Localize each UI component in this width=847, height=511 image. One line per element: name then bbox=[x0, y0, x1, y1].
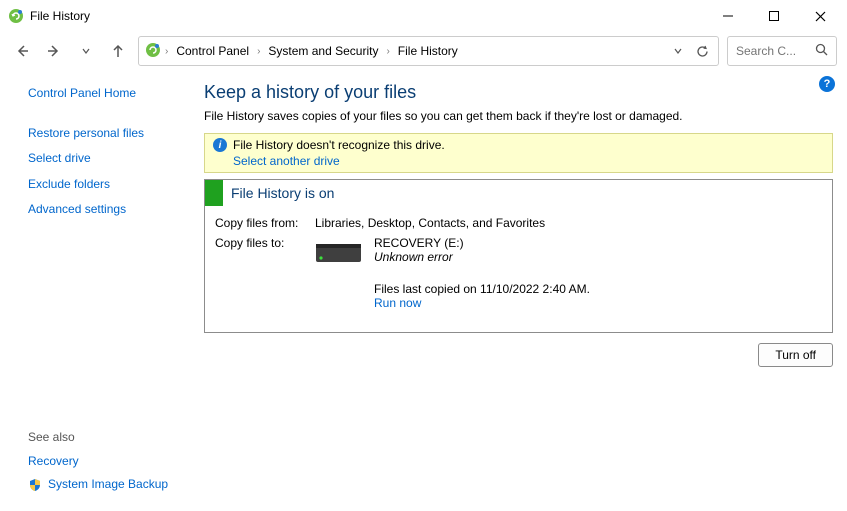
breadcrumb-system-security[interactable]: System and Security bbox=[264, 42, 382, 60]
see-also-system-image-backup[interactable]: System Image Backup bbox=[48, 477, 168, 493]
location-icon bbox=[145, 42, 161, 61]
warning-text: File History doesn't recognize this driv… bbox=[233, 138, 445, 152]
chevron-right-icon[interactable]: › bbox=[386, 46, 389, 57]
minimize-button[interactable] bbox=[705, 2, 751, 30]
turn-off-button[interactable]: Turn off bbox=[758, 343, 833, 367]
window-title: File History bbox=[30, 9, 90, 23]
status-header: File History is on bbox=[205, 180, 832, 206]
search-box[interactable] bbox=[727, 36, 837, 66]
address-bar[interactable]: › Control Panel › System and Security › … bbox=[138, 36, 719, 66]
copy-from-label: Copy files from: bbox=[215, 216, 315, 230]
status-title: File History is on bbox=[231, 185, 334, 201]
copy-to-label: Copy files to: bbox=[215, 236, 315, 310]
recent-dropdown[interactable] bbox=[74, 39, 98, 63]
sidebar-select-drive[interactable]: Select drive bbox=[28, 151, 196, 167]
run-now-link[interactable]: Run now bbox=[374, 296, 590, 310]
up-button[interactable] bbox=[106, 39, 130, 63]
sidebar-home[interactable]: Control Panel Home bbox=[28, 86, 196, 102]
close-button[interactable] bbox=[797, 2, 843, 30]
search-input[interactable] bbox=[736, 44, 806, 58]
drive-name: RECOVERY (E:) bbox=[374, 236, 590, 250]
main-panel: ? Keep a history of your files File Hist… bbox=[204, 76, 837, 501]
content-area: Control Panel Home Restore personal file… bbox=[0, 70, 847, 511]
last-copied-text: Files last copied on 11/10/2022 2:40 AM. bbox=[374, 282, 590, 296]
breadcrumb-file-history[interactable]: File History bbox=[394, 42, 462, 60]
address-dropdown-icon[interactable] bbox=[668, 41, 688, 61]
chevron-right-icon[interactable]: › bbox=[165, 46, 168, 57]
drive-icon bbox=[315, 238, 362, 267]
select-another-drive-link[interactable]: Select another drive bbox=[233, 154, 824, 168]
drive-error: Unknown error bbox=[374, 250, 590, 264]
maximize-button[interactable] bbox=[751, 2, 797, 30]
help-icon[interactable]: ? bbox=[819, 76, 835, 92]
see-also-header: See also bbox=[28, 430, 196, 444]
page-title: Keep a history of your files bbox=[204, 82, 833, 103]
refresh-icon[interactable] bbox=[692, 41, 712, 61]
sidebar-advanced-settings[interactable]: Advanced settings bbox=[28, 202, 196, 218]
app-icon bbox=[8, 8, 24, 24]
search-icon[interactable] bbox=[815, 43, 828, 59]
warning-banner: i File History doesn't recognize this dr… bbox=[204, 133, 833, 173]
page-description: File History saves copies of your files … bbox=[204, 109, 833, 123]
sidebar: Control Panel Home Restore personal file… bbox=[10, 76, 204, 501]
copy-from-value: Libraries, Desktop, Contacts, and Favori… bbox=[315, 216, 545, 230]
toolbar: › Control Panel › System and Security › … bbox=[0, 32, 847, 70]
status-panel: File History is on Copy files from: Libr… bbox=[204, 179, 833, 333]
status-indicator bbox=[205, 180, 223, 206]
see-also-recovery[interactable]: Recovery bbox=[28, 454, 79, 470]
chevron-right-icon[interactable]: › bbox=[257, 46, 260, 57]
forward-button[interactable] bbox=[42, 39, 66, 63]
back-button[interactable] bbox=[10, 39, 34, 63]
title-bar: File History bbox=[0, 0, 847, 32]
breadcrumb-control-panel[interactable]: Control Panel bbox=[172, 42, 253, 60]
sidebar-exclude-folders[interactable]: Exclude folders bbox=[28, 177, 196, 193]
sidebar-restore-files[interactable]: Restore personal files bbox=[28, 126, 196, 142]
info-icon: i bbox=[213, 138, 227, 152]
shield-icon bbox=[28, 478, 42, 492]
